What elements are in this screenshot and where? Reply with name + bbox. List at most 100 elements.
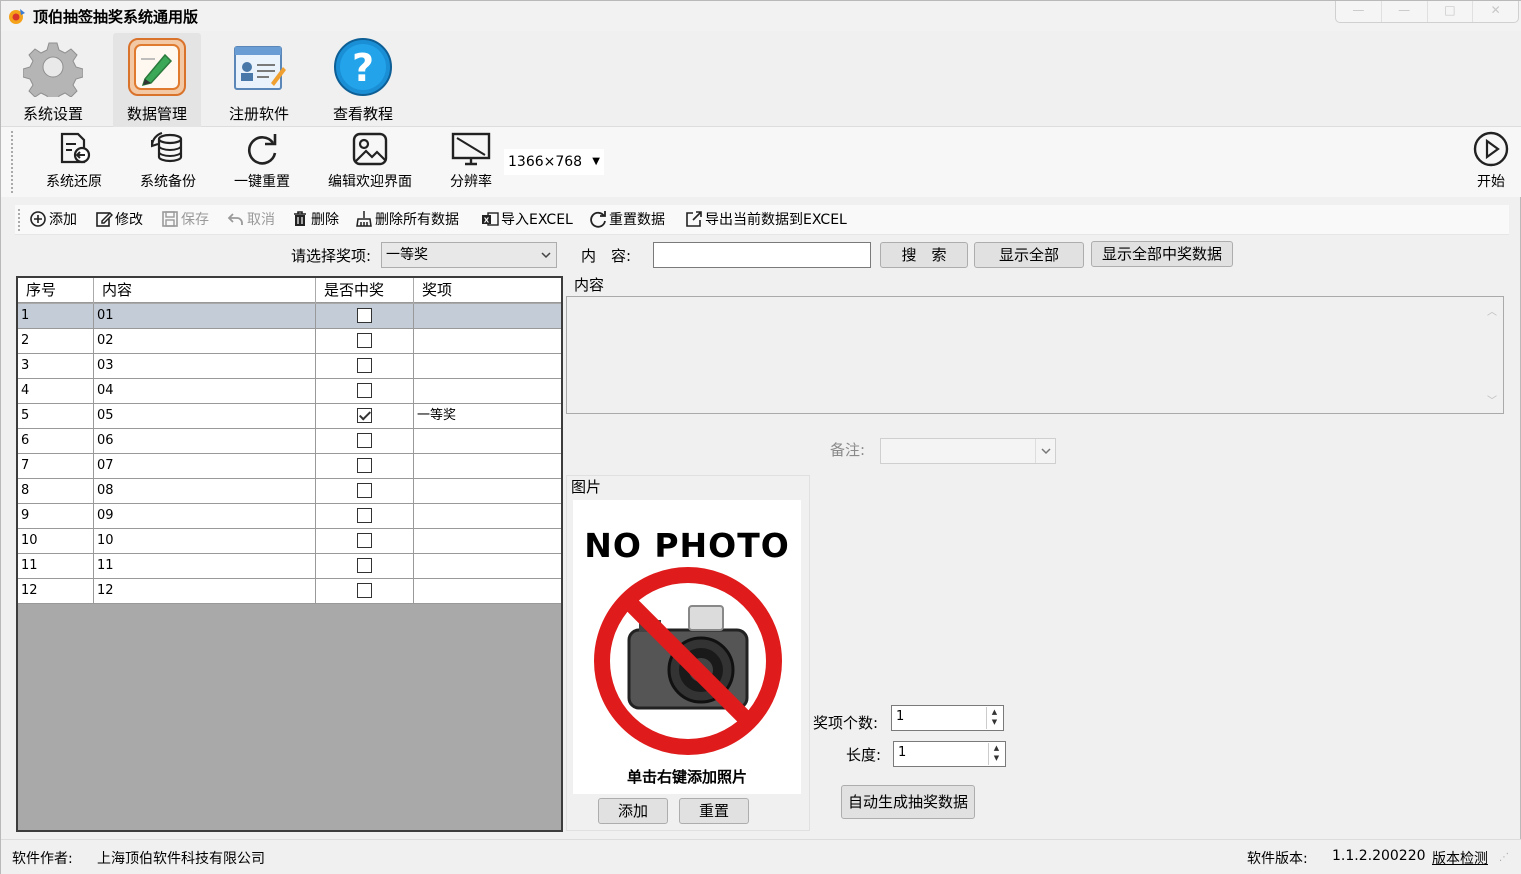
cell-prize[interactable]	[414, 429, 561, 453]
content-scrollbar[interactable]: ︿ ﹀	[1483, 299, 1501, 411]
cell-index[interactable]: 2	[18, 329, 94, 353]
add-photo-button[interactable]: 添加	[598, 798, 668, 824]
remark-select[interactable]	[880, 438, 1056, 464]
table-row[interactable]: 4 04	[18, 379, 561, 404]
table-row[interactable]: 2 02	[18, 329, 561, 354]
resize-grip-icon[interactable]: ⋰	[1499, 852, 1509, 863]
cell-content[interactable]: 06	[94, 429, 316, 453]
photo-placeholder[interactable]: NO PHOTO 单击右键添加照片	[573, 500, 801, 794]
cell-content[interactable]: 10	[94, 529, 316, 553]
version-check-link[interactable]: 版本检测	[1432, 848, 1488, 868]
scroll-down-icon[interactable]: ﹀	[1483, 392, 1501, 407]
won-checkbox[interactable]	[357, 458, 372, 473]
save-button[interactable]: 保存	[161, 210, 209, 230]
maximize-button[interactable]: □	[1428, 1, 1474, 22]
edit-welcome-screen-button[interactable]: 编辑欢迎界面	[321, 129, 419, 191]
export-excel-button[interactable]: 导出当前数据到EXCEL	[685, 210, 847, 230]
stepper-arrows[interactable]: ▲ ▼	[988, 743, 1004, 765]
won-checkbox[interactable]	[357, 358, 372, 373]
delete-button[interactable]: 删除	[291, 210, 339, 230]
table-row[interactable]: 9 09	[18, 504, 561, 529]
cell-index[interactable]: 1	[18, 304, 94, 328]
cell-index[interactable]: 12	[18, 579, 94, 603]
delete-all-data-button[interactable]: 删除所有数据	[355, 210, 459, 230]
table-row[interactable]: 10 10	[18, 529, 561, 554]
won-checkbox[interactable]	[357, 408, 372, 423]
cell-prize[interactable]	[414, 379, 561, 403]
window-option-button[interactable]: —	[1336, 1, 1382, 22]
cell-content[interactable]: 09	[94, 504, 316, 528]
won-checkbox[interactable]	[357, 433, 372, 448]
content-textarea[interactable]: ︿ ﹀	[566, 296, 1504, 414]
search-button[interactable]: 搜 索	[880, 242, 968, 268]
start-button[interactable]: 开始	[1467, 129, 1515, 191]
length-stepper[interactable]: 1 ▲ ▼	[893, 741, 1006, 767]
minimize-button[interactable]: —	[1382, 1, 1428, 22]
content-search-input[interactable]	[653, 242, 871, 268]
one-click-reset-button[interactable]: 一键重置	[227, 129, 297, 191]
cell-content[interactable]: 08	[94, 479, 316, 503]
cell-prize[interactable]	[414, 479, 561, 503]
table-row[interactable]: 7 07	[18, 454, 561, 479]
resolution-select[interactable]: 1366×768 ▼	[504, 149, 604, 175]
table-row[interactable]: 1 01	[18, 304, 561, 329]
show-all-button[interactable]: 显示全部	[974, 242, 1084, 268]
table-row[interactable]: 8 08	[18, 479, 561, 504]
edit-button[interactable]: 修改	[95, 210, 143, 230]
stepper-arrows[interactable]: ▲ ▼	[986, 707, 1002, 729]
add-button[interactable]: 添加	[29, 210, 77, 230]
cell-index[interactable]: 6	[18, 429, 94, 453]
cell-prize[interactable]	[414, 554, 561, 578]
won-checkbox[interactable]	[357, 483, 372, 498]
table-row[interactable]: 5 05 一等奖	[18, 404, 561, 429]
system-backup-button[interactable]: 系统备份	[133, 129, 203, 191]
system-restore-button[interactable]: 系统还原	[37, 129, 111, 191]
cell-index[interactable]: 3	[18, 354, 94, 378]
cell-prize[interactable]	[414, 454, 561, 478]
tab-system-settings[interactable]: 系统设置	[9, 33, 97, 127]
won-checkbox[interactable]	[357, 558, 372, 573]
won-checkbox[interactable]	[357, 533, 372, 548]
cell-prize[interactable]	[414, 529, 561, 553]
won-checkbox[interactable]	[357, 333, 372, 348]
cell-content[interactable]: 12	[94, 579, 316, 603]
reset-data-button[interactable]: 重置数据	[589, 210, 665, 230]
cell-content[interactable]: 11	[94, 554, 316, 578]
cell-content[interactable]: 02	[94, 329, 316, 353]
cell-content[interactable]: 05	[94, 404, 316, 428]
table-row[interactable]: 3 03	[18, 354, 561, 379]
tab-data-management[interactable]: 数据管理	[113, 33, 201, 127]
cell-index[interactable]: 11	[18, 554, 94, 578]
table-row[interactable]: 6 06	[18, 429, 561, 454]
won-checkbox[interactable]	[357, 383, 372, 398]
cell-prize[interactable]	[414, 329, 561, 353]
cell-prize[interactable]	[414, 579, 561, 603]
won-checkbox[interactable]	[357, 508, 372, 523]
cell-index[interactable]: 10	[18, 529, 94, 553]
cell-prize[interactable]	[414, 304, 561, 328]
cell-content[interactable]: 07	[94, 454, 316, 478]
cancel-button[interactable]: 取消	[227, 210, 275, 230]
won-checkbox[interactable]	[357, 308, 372, 323]
prize-select[interactable]: 一等奖	[381, 242, 557, 268]
cell-content[interactable]: 01	[94, 304, 316, 328]
reset-photo-button[interactable]: 重置	[679, 798, 749, 824]
cell-prize[interactable]	[414, 504, 561, 528]
import-excel-button[interactable]: X 导入EXCEL	[481, 210, 573, 230]
column-header-index[interactable]: 序号	[18, 278, 94, 303]
data-grid[interactable]: 序号 内容 是否中奖 奖项 1 01 2 02 3 03 4 04 5 05 一等奖 6 06 7 07 8 0…	[16, 276, 563, 832]
column-header-content[interactable]: 内容	[94, 278, 316, 303]
scroll-up-icon[interactable]: ︿	[1483, 303, 1501, 318]
cell-index[interactable]: 5	[18, 404, 94, 428]
tab-register-software[interactable]: 注册软件	[215, 33, 303, 127]
cell-index[interactable]: 9	[18, 504, 94, 528]
cell-content[interactable]: 03	[94, 354, 316, 378]
cell-content[interactable]: 04	[94, 379, 316, 403]
won-checkbox[interactable]	[357, 583, 372, 598]
table-row[interactable]: 11 11	[18, 554, 561, 579]
cell-prize[interactable]	[414, 354, 561, 378]
table-row[interactable]: 12 12	[18, 579, 561, 604]
column-header-won[interactable]: 是否中奖	[316, 278, 414, 303]
cell-index[interactable]: 7	[18, 454, 94, 478]
resolution-button[interactable]: 分辨率	[441, 129, 501, 191]
